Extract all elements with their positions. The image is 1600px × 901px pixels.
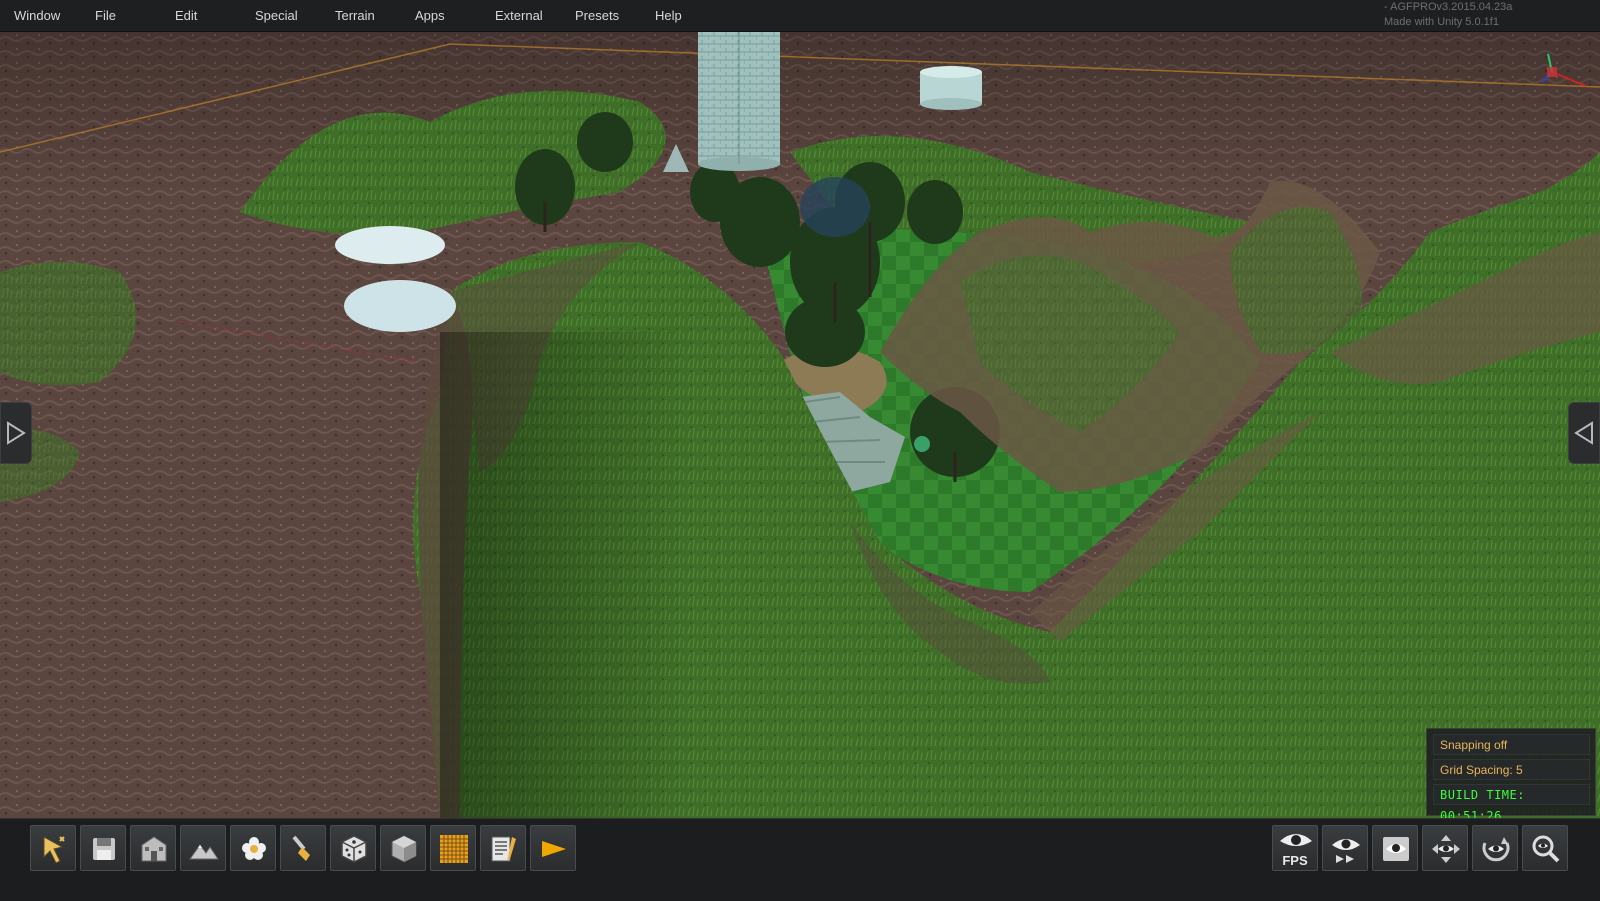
dice-cube-icon bbox=[341, 835, 367, 863]
orbit-camera-button[interactable] bbox=[1472, 825, 1518, 871]
menu-special[interactable]: Special bbox=[255, 8, 298, 23]
orbit-camera-icon bbox=[1482, 837, 1510, 862]
notes-icon bbox=[491, 836, 516, 862]
select-tool-button[interactable] bbox=[30, 825, 76, 871]
camera-settings-icon bbox=[1383, 837, 1409, 861]
terrain-scene[interactable] bbox=[0, 32, 1600, 818]
object-button[interactable] bbox=[330, 825, 376, 871]
camera-settings-button[interactable] bbox=[1372, 825, 1418, 871]
terrain-button[interactable] bbox=[180, 825, 226, 871]
snapping-status: Snapping off bbox=[1433, 734, 1590, 755]
menu-apps[interactable]: Apps bbox=[415, 8, 445, 23]
building-button[interactable] bbox=[130, 825, 176, 871]
zoom-icon bbox=[1532, 835, 1560, 863]
version-label: - AGFPROv3.2015.04.23a bbox=[1384, 1, 1513, 13]
fly-camera-icon bbox=[1332, 839, 1360, 863]
grid-icon bbox=[440, 835, 468, 863]
cube-icon bbox=[391, 835, 417, 863]
notes-button[interactable] bbox=[480, 825, 526, 871]
left-panel-toggle[interactable] bbox=[0, 402, 32, 464]
menu-terrain[interactable]: Terrain bbox=[335, 8, 375, 23]
menu-edit[interactable]: Edit bbox=[175, 8, 197, 23]
grid-button[interactable] bbox=[430, 825, 476, 871]
primitive-button[interactable] bbox=[380, 825, 426, 871]
flower-icon bbox=[242, 837, 266, 860]
fly-camera-button[interactable] bbox=[1322, 825, 1368, 871]
play-icon bbox=[542, 841, 566, 857]
menu-help[interactable]: Help bbox=[655, 8, 682, 23]
menu-external[interactable]: External bbox=[495, 8, 543, 23]
menu-window[interactable]: Window bbox=[14, 8, 60, 23]
expand-right-icon bbox=[7, 421, 26, 445]
move-camera-button[interactable] bbox=[1422, 825, 1468, 871]
expand-left-icon bbox=[1574, 421, 1593, 445]
fps-label: FPS bbox=[1282, 853, 1308, 868]
right-panel-toggle[interactable] bbox=[1568, 402, 1600, 464]
building-icon bbox=[141, 836, 167, 862]
select-tool-icon bbox=[43, 836, 65, 864]
terrain-icon bbox=[189, 844, 219, 860]
save-icon bbox=[93, 838, 115, 860]
move-camera-icon bbox=[1432, 835, 1460, 863]
build-time-status: BUILD TIME: 00:51:26 bbox=[1433, 784, 1590, 823]
zoom-camera-button[interactable] bbox=[1522, 825, 1568, 871]
menu-bar: Window File Edit Special Terrain Apps Ex… bbox=[0, 0, 1600, 32]
fps-camera-button[interactable]: FPS bbox=[1272, 825, 1318, 871]
unity-version-label: Made with Unity 5.0.1f1 bbox=[1384, 16, 1499, 28]
flower-button[interactable] bbox=[230, 825, 276, 871]
play-button[interactable] bbox=[530, 825, 576, 871]
bottom-toolbar: FPS bbox=[0, 818, 1600, 901]
menu-file[interactable]: File bbox=[95, 8, 116, 23]
fps-eye-icon bbox=[1280, 834, 1312, 846]
scene-viewport[interactable] bbox=[0, 32, 1600, 818]
version-info: - AGFPROv3.2015.04.23a Made with Unity 5… bbox=[1384, 0, 1512, 30]
menu-presets[interactable]: Presets bbox=[575, 8, 619, 23]
paint-brush-icon bbox=[292, 835, 310, 861]
save-button[interactable] bbox=[80, 825, 126, 871]
status-panel: Snapping off Grid Spacing: 5 BUILD TIME:… bbox=[1426, 728, 1596, 823]
paint-brush-button[interactable] bbox=[280, 825, 326, 871]
grid-spacing-status: Grid Spacing: 5 bbox=[1433, 759, 1590, 780]
